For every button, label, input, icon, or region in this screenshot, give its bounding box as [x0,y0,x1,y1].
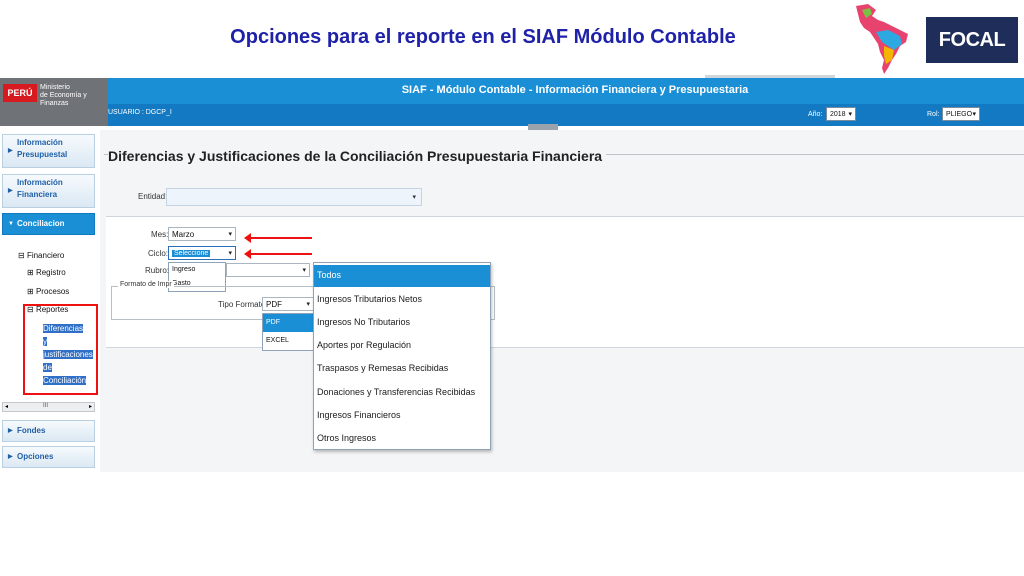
mes-label: Mes: [151,230,169,239]
ciclo-label: Ciclo: [148,249,169,258]
chevron-right-icon: ▶ [8,148,13,154]
ciclo-option-ingreso[interactable]: Ingreso [169,263,225,277]
rubro-option-no-tributarios[interactable]: Ingresos No Tributarios [317,317,410,327]
rubro-dropdown: Todos Ingresos Tributarios Netos Ingreso… [313,262,491,450]
formato-option-excel[interactable]: EXCEL [263,332,313,350]
tipo-formato-select[interactable]: PDF ▾ [262,297,314,311]
tree-node-procesos[interactable]: ⊞ Procesos [27,287,69,296]
ministry-name: Ministerio de Economía y Finanzas [40,84,87,107]
sidebar-item-informacion-presupuestal[interactable]: ▶ Información Presupuestal [2,134,95,168]
tree-node-financiero[interactable]: ⊟ Financiero [18,251,64,260]
rubro-option-donaciones[interactable]: Donaciones y Transferencias Recibidas [317,387,475,397]
chevron-right-icon: ▶ [8,188,13,194]
chevron-right-icon: ▶ [8,428,13,434]
sidebar-scrollbar[interactable]: ◂ III ▸ [2,402,95,412]
scroll-grip: III [43,403,49,409]
scroll-right-icon: ▸ [88,404,92,410]
rubro-option-aportes[interactable]: Aportes por Regulación [317,340,411,350]
chevron-right-icon: ▶ [8,454,13,460]
formato-option-pdf[interactable]: PDF [263,314,313,332]
year-select[interactable]: 2018 ▾ [826,107,856,121]
chevron-down-icon: ▾ [302,267,306,274]
rubro-select[interactable]: ▾ [226,263,310,277]
mes-select[interactable]: Marzo ▾ [168,227,236,241]
formato-legend: Formato de Impr [118,281,174,288]
rubro-option-traspasos[interactable]: Traspasos y Remesas Recibidas [317,363,448,373]
sidebar-item-conciliacion[interactable]: ▼ Conciliacion [2,213,95,235]
rubro-option-tributarios[interactable]: Ingresos Tributarios Netos [317,294,422,304]
red-arrow-mes [244,233,312,243]
ciclo-select[interactable]: Seleccione ▾ [168,246,236,260]
rol-label: Rol: [927,111,940,118]
scroll-left-icon: ◂ [5,404,9,410]
sidebar-item-fondos[interactable]: ▶ Fondes [2,420,95,442]
chevron-down-icon: ▾ [848,111,852,118]
slide-title: Opciones para el reporte en el SIAF Módu… [230,26,736,48]
year-label: Año: [808,111,823,118]
entidad-label: Entidad: [138,192,168,201]
peru-flag-icon: PERÚ [3,84,37,102]
sidebar-item-informacion-financiera[interactable]: ▶ Información Financiera [2,174,95,208]
chevron-down-icon: ▾ [412,194,416,201]
panel-title: Diferencias y Justificaciones de la Conc… [108,148,607,164]
chevron-down-icon: ▾ [972,111,976,118]
highlight-box-report [23,304,98,395]
app-title: SIAF - Módulo Contable - Información Fin… [401,84,749,96]
chevron-down-icon: ▾ [228,250,232,257]
chevron-down-icon: ▾ [228,231,232,238]
chevron-down-icon: ▼ [8,221,14,227]
ministry-logo: PERÚ Ministerio de Economía y Finanzas [0,78,108,126]
tree-node-registro[interactable]: ⊞ Registro [27,268,66,277]
red-arrow-ciclo [244,249,312,259]
chevron-down-icon: ▾ [306,301,310,308]
rubro-option-todos[interactable]: Todos [317,270,341,280]
rol-select[interactable]: PLIEGO ▾ [942,107,980,121]
focal-logo: FOCAL [926,17,1018,63]
user-label: USUARIO : DGCP_I [108,109,172,116]
sidebar-item-opciones[interactable]: ▶ Opciones [2,446,95,468]
tipo-formato-dropdown: PDF EXCEL [262,313,314,351]
tipo-formato-label: Tipo Formato: [218,300,268,309]
rubro-label: Rubro: [145,266,170,275]
rubro-option-financieros[interactable]: Ingresos Financieros [317,410,401,420]
latin-america-map-icon [856,4,908,74]
entidad-select[interactable]: ▾ [166,188,422,206]
rubro-option-otros[interactable]: Otros Ingresos [317,433,376,443]
